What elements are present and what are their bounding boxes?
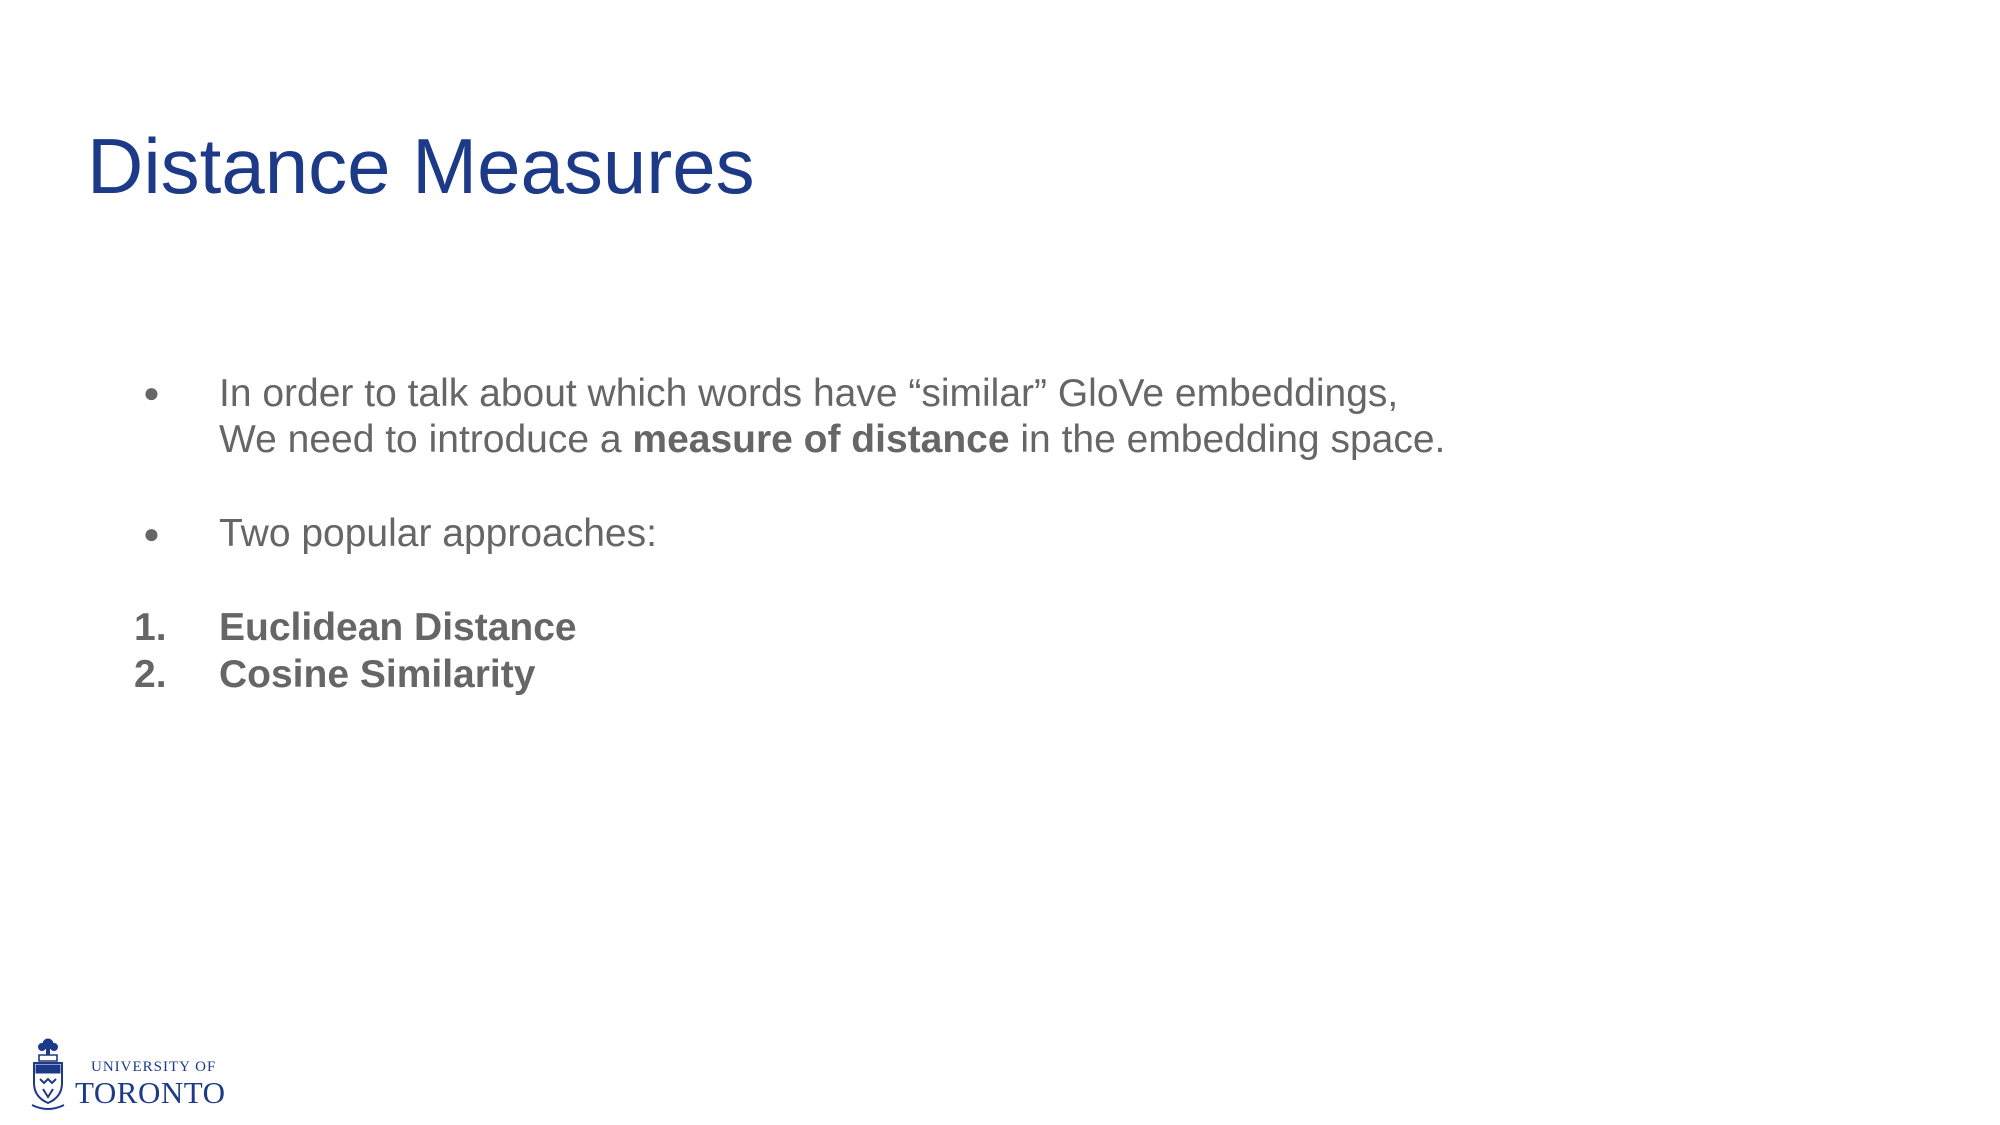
bullet-marker: ● — [143, 377, 160, 408]
list-number: 2. — [134, 653, 167, 696]
logo-line-2: TORONTO — [75, 1075, 225, 1110]
list-item-cosine-similarity: Cosine Similarity — [219, 653, 536, 696]
list-item-euclidean-distance: Euclidean Distance — [219, 606, 577, 649]
bullet-1-text-before: We need to introduce a — [219, 418, 633, 461]
bullet-2-text: Two popular approaches: — [219, 512, 657, 555]
bullet-marker: ● — [143, 518, 160, 549]
slide-title: Distance Measures — [87, 122, 755, 210]
bullet-1-emphasis: measure of distance — [632, 418, 1010, 461]
bullet-1-line-1: In order to talk about which words have … — [219, 372, 1399, 415]
logo-line-1: UNIVERSITY OF — [91, 1059, 216, 1075]
list-number: 1. — [134, 606, 167, 649]
bullet-1-line-2: We need to introduce a measure of distan… — [219, 416, 1445, 463]
bullet-1-text-after: in the embedding space. — [1009, 418, 1446, 461]
crest-icon — [31, 1038, 65, 1110]
university-of-toronto-logo: UNIVERSITY OF TORONTO — [31, 1038, 225, 1110]
